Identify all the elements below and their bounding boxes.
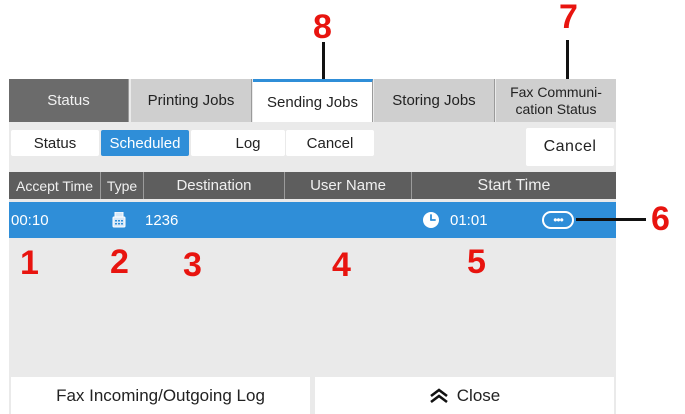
device-screen: Status Printing Jobs Sending Jobs Storin… <box>9 79 616 414</box>
callout-4: 4 <box>332 246 351 284</box>
cancel-button-label: Cancel <box>306 134 354 152</box>
callout-6-line <box>576 218 646 221</box>
subtab-status-label: Status <box>33 134 77 152</box>
header-user-name[interactable]: User Name <box>285 172 412 199</box>
close-button[interactable]: Close <box>315 377 614 414</box>
cancel-button[interactable]: Cancel <box>286 130 374 156</box>
fax-log-button-label: Fax Incoming/Outgoing Log <box>56 385 265 405</box>
sub-toolbar: Status Scheduled Log Cancel Cancel <box>9 122 616 172</box>
tab-fax-communication-status[interactable]: Fax Communi- cation Status <box>496 79 616 122</box>
more-icon[interactable]: ••• <box>542 211 574 229</box>
tab-status[interactable]: Status <box>9 79 129 122</box>
close-button-label: Close <box>456 385 501 405</box>
header-start-time-label: Start Time <box>477 176 551 194</box>
row-accept-time-value: 00:10 <box>11 211 49 229</box>
tab-printing-jobs[interactable]: Printing Jobs <box>131 79 252 122</box>
header-accept-time[interactable]: Accept Time <box>9 172 101 199</box>
header-accept-time-label: Accept Time <box>15 177 94 194</box>
header-destination-label: Destination <box>176 177 252 194</box>
row-accept-time: 00:10 <box>11 202 49 238</box>
callout-1: 1 <box>20 244 39 282</box>
subtab-scheduled-label: Scheduled <box>109 134 181 152</box>
callout-6: 6 <box>651 200 670 238</box>
clock-icon <box>422 202 440 238</box>
subtab-scheduled[interactable]: Scheduled <box>101 130 189 156</box>
callout-8: 8 <box>313 8 332 46</box>
header-user-name-label: User Name <box>310 177 386 194</box>
row-destination: 1236 <box>145 202 178 238</box>
subtab-log[interactable]: Log <box>191 130 285 156</box>
row-destination-value: 1236 <box>145 211 179 229</box>
subtab-log-label: Log <box>235 134 261 152</box>
row-start-time: 01:01 <box>450 202 488 238</box>
callout-3: 3 <box>183 246 202 284</box>
tab-fax-communication-status-label: Fax Communi- cation Status <box>510 83 602 117</box>
fax-log-button[interactable]: Fax Incoming/Outgoing Log <box>11 377 310 414</box>
tab-status-label: Status <box>47 92 90 109</box>
header-type[interactable]: Type <box>101 172 144 199</box>
tab-storing-jobs-label: Storing Jobs <box>392 92 476 109</box>
tab-printing-jobs-label: Printing Jobs <box>147 92 235 109</box>
row-start-time-value: 01:01 <box>450 211 488 229</box>
cancel-all-button-label: Cancel <box>543 138 597 155</box>
table-header: Accept Time Type Destination User Name S… <box>9 172 616 199</box>
header-destination[interactable]: Destination <box>144 172 285 199</box>
tab-sending-jobs-label: Sending Jobs <box>267 93 358 111</box>
callout-7: 7 <box>559 0 578 36</box>
cancel-all-button[interactable]: Cancel <box>526 128 614 166</box>
callout-5: 5 <box>467 243 486 281</box>
double-chevron-up-icon <box>429 387 449 404</box>
fax-icon <box>112 202 126 238</box>
subtab-status[interactable]: Status <box>11 130 99 156</box>
header-start-time[interactable]: Start Time <box>412 172 616 199</box>
callout-2: 2 <box>110 243 129 281</box>
header-type-label: Type <box>106 177 138 194</box>
tab-sending-jobs[interactable]: Sending Jobs <box>253 79 373 122</box>
tab-storing-jobs[interactable]: Storing Jobs <box>374 79 495 122</box>
table-row[interactable]: 00:10 1236 01:01 ••• <box>9 202 616 238</box>
